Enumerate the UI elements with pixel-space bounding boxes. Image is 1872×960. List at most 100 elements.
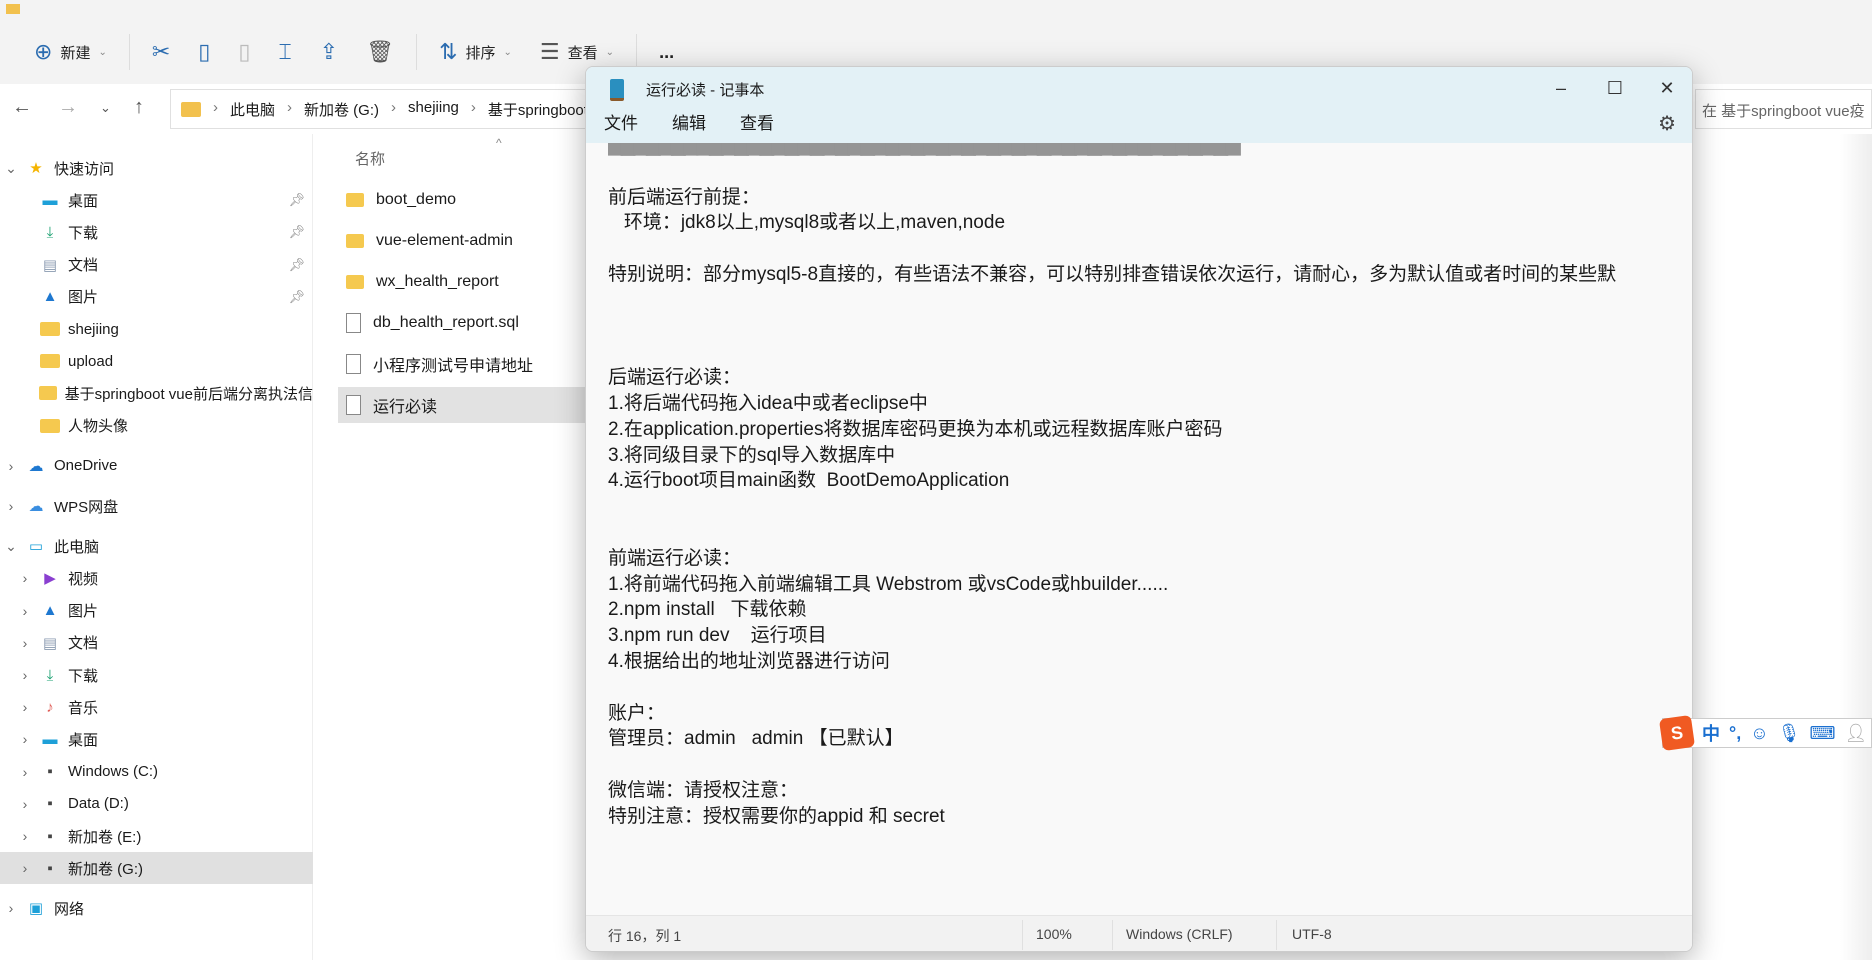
chevron-down-icon: ⌄ [605, 46, 615, 58]
text-line [608, 159, 1670, 185]
file-name: boot_demo [376, 191, 457, 208]
sidebar-item[interactable]: shejiing [0, 313, 313, 345]
sidebar-item[interactable]: ⌄ ★ 快速访问 [0, 152, 313, 184]
delete-button[interactable]: 🗑︎ [352, 32, 408, 72]
recent-chevron-icon[interactable]: ⌄ [100, 100, 111, 116]
search-input[interactable]: 在 基于springboot vue疫 [1695, 89, 1872, 129]
menu-file[interactable]: 文件 [604, 109, 638, 134]
nav-icon: ⤓ [46, 666, 54, 684]
emoji-icon[interactable]: ☺ [1750, 723, 1768, 744]
up-icon[interactable]: ↑ [134, 96, 144, 119]
chevron-right-icon[interactable]: › [4, 498, 18, 514]
minimize-button[interactable]: – [1536, 73, 1586, 103]
sidebar-item[interactable]: › ☁ OneDrive [0, 450, 313, 482]
maximize-button[interactable]: ☐ [1590, 73, 1640, 103]
chevron-right-icon[interactable]: › [471, 99, 476, 120]
pin-icon[interactable]: 📌︎ [288, 224, 305, 240]
menu-view[interactable]: 查看 [740, 109, 774, 134]
sort-icon: ⇅ [439, 39, 458, 64]
sidebar-item-label: 快速访问 [54, 160, 115, 178]
chevron-right-icon[interactable]: › [287, 99, 292, 120]
new-button[interactable]: ⊕ 新建 ⌄ [20, 32, 121, 72]
sidebar-item[interactable]: › ☁ WPS网盘 [0, 490, 313, 522]
keyboard-icon[interactable]: ⌨ [1809, 723, 1835, 744]
sidebar-item[interactable]: ▬ 桌面 📌︎ [0, 184, 313, 216]
menu-bar: 文件 编辑 查看 [586, 101, 774, 141]
ime-mode[interactable]: 中 [1702, 720, 1720, 746]
folder-icon [346, 234, 364, 248]
text-line: 微信端：请授权注意： [608, 779, 799, 801]
chevron-right-icon[interactable]: › [18, 764, 32, 780]
microphone-icon[interactable]: 🎙︎ [1778, 723, 1801, 744]
cursor-position: 行 16，列 1 [608, 928, 682, 944]
sidebar-item[interactable]: ▲ 图片 📌︎ [0, 281, 313, 313]
chevron-right-icon[interactable]: › [4, 458, 18, 474]
sidebar-item[interactable]: › ⤓ 下载 [0, 659, 313, 691]
text-line: 4.根据给出的地址浏览器进行访问 [608, 650, 890, 672]
chevron-right-icon[interactable]: › [213, 99, 218, 120]
sidebar-item-label: 图片 [68, 289, 99, 307]
text-line [608, 236, 1670, 262]
forward-icon[interactable]: → [58, 96, 78, 119]
chevron-down-icon[interactable]: ⌄ [4, 538, 18, 555]
menu-edit[interactable]: 编辑 [672, 109, 706, 134]
close-button[interactable]: ✕ [1642, 73, 1692, 103]
sidebar-item[interactable]: › ▶ 视频 [0, 562, 313, 594]
user-icon[interactable]: 👤︎ [1844, 723, 1867, 744]
breadcrumb-item[interactable]: 此电脑 [230, 99, 275, 120]
sidebar-item[interactable]: › ▪ Data (D:) [0, 788, 313, 820]
sidebar-item[interactable]: › ▬ 桌面 [0, 723, 313, 755]
divider [1276, 920, 1277, 950]
sogou-logo-icon[interactable]: S [1658, 714, 1696, 752]
sidebar-item-label: 图片 [68, 603, 99, 621]
divider [128, 34, 130, 70]
chevron-right-icon[interactable]: › [18, 570, 32, 586]
breadcrumb-item[interactable]: 新加卷 (G:) [304, 99, 379, 120]
pin-icon[interactable]: 📌︎ [288, 289, 305, 305]
back-icon[interactable]: ← [12, 96, 32, 119]
column-header-name[interactable]: 名称 [355, 148, 385, 169]
breadcrumb-item[interactable]: shejiing [408, 99, 459, 120]
pin-icon[interactable]: 📌︎ [288, 192, 305, 208]
cut-button[interactable]: ✂ [138, 32, 184, 72]
sidebar-item[interactable]: › ▪ 新加卷 (G:) [0, 852, 313, 885]
sidebar-item[interactable]: › ▪ Windows (C:) [0, 756, 313, 788]
chevron-right-icon[interactable]: › [391, 99, 396, 120]
punctuation-mode[interactable]: °, [1729, 723, 1741, 744]
sort-button[interactable]: ⇅ 排序 ⌄ [425, 32, 526, 72]
paste-button[interactable]: ▯ [224, 32, 264, 72]
copy-button[interactable]: ▯ [184, 32, 224, 72]
chevron-right-icon[interactable]: › [18, 667, 32, 683]
sidebar-item[interactable]: ⌄ ▭ 此电脑 [0, 530, 313, 562]
text-editor[interactable]: ▇▆▇▆▇▆▇▇▆▇▆▇▆▇▆▇▆▇▆▇▆▇▆▇▆▇▆▇▆▇▆▇▆▇▆▇▆▇▆▇… [586, 143, 1692, 915]
list-icon: ☰ [539, 39, 560, 64]
sidebar-item[interactable]: › ▲ 图片 [0, 595, 313, 627]
sidebar-item[interactable]: ▤ 文档 📌︎ [0, 249, 313, 281]
text-line [608, 339, 1670, 365]
chevron-right-icon[interactable]: › [18, 699, 32, 715]
sidebar-item[interactable]: › ♪ 音乐 [0, 691, 313, 723]
chevron-right-icon[interactable]: › [18, 603, 32, 619]
chevron-right-icon[interactable]: › [18, 860, 32, 876]
pin-icon[interactable]: 📌︎ [288, 257, 305, 273]
sidebar-item[interactable]: 人物头像 [0, 410, 313, 442]
chevron-down-icon[interactable]: ⌄ [4, 160, 18, 177]
sidebar-item[interactable]: upload [0, 345, 313, 377]
sidebar-item[interactable]: › ▤ 文档 [0, 627, 313, 659]
scroll-shade [1840, 134, 1872, 960]
sidebar-item[interactable]: › ▣ 网络 [0, 892, 313, 924]
sidebar-item[interactable]: › ▪ 新加卷 (E:) [0, 820, 313, 852]
sidebar-item[interactable]: ⤓ 下载 📌︎ [0, 216, 313, 248]
text-line [608, 752, 1670, 778]
share-button[interactable]: ⇪ [306, 32, 352, 72]
sidebar-item[interactable]: 基于springboot vue前后端分离执法信 [0, 377, 313, 409]
chevron-right-icon[interactable]: › [18, 828, 32, 844]
window-title: 运行必读 - 记事本 [646, 82, 765, 99]
chevron-right-icon[interactable]: › [18, 731, 32, 747]
rename-button[interactable]: ⌶ [265, 32, 306, 72]
chevron-right-icon[interactable]: › [18, 796, 32, 812]
settings-gear-icon[interactable]: ⚙ [1658, 111, 1676, 136]
chevron-right-icon[interactable]: › [18, 635, 32, 651]
breadcrumb-item[interactable]: 基于springboot [488, 99, 588, 120]
chevron-right-icon[interactable]: › [4, 900, 18, 916]
